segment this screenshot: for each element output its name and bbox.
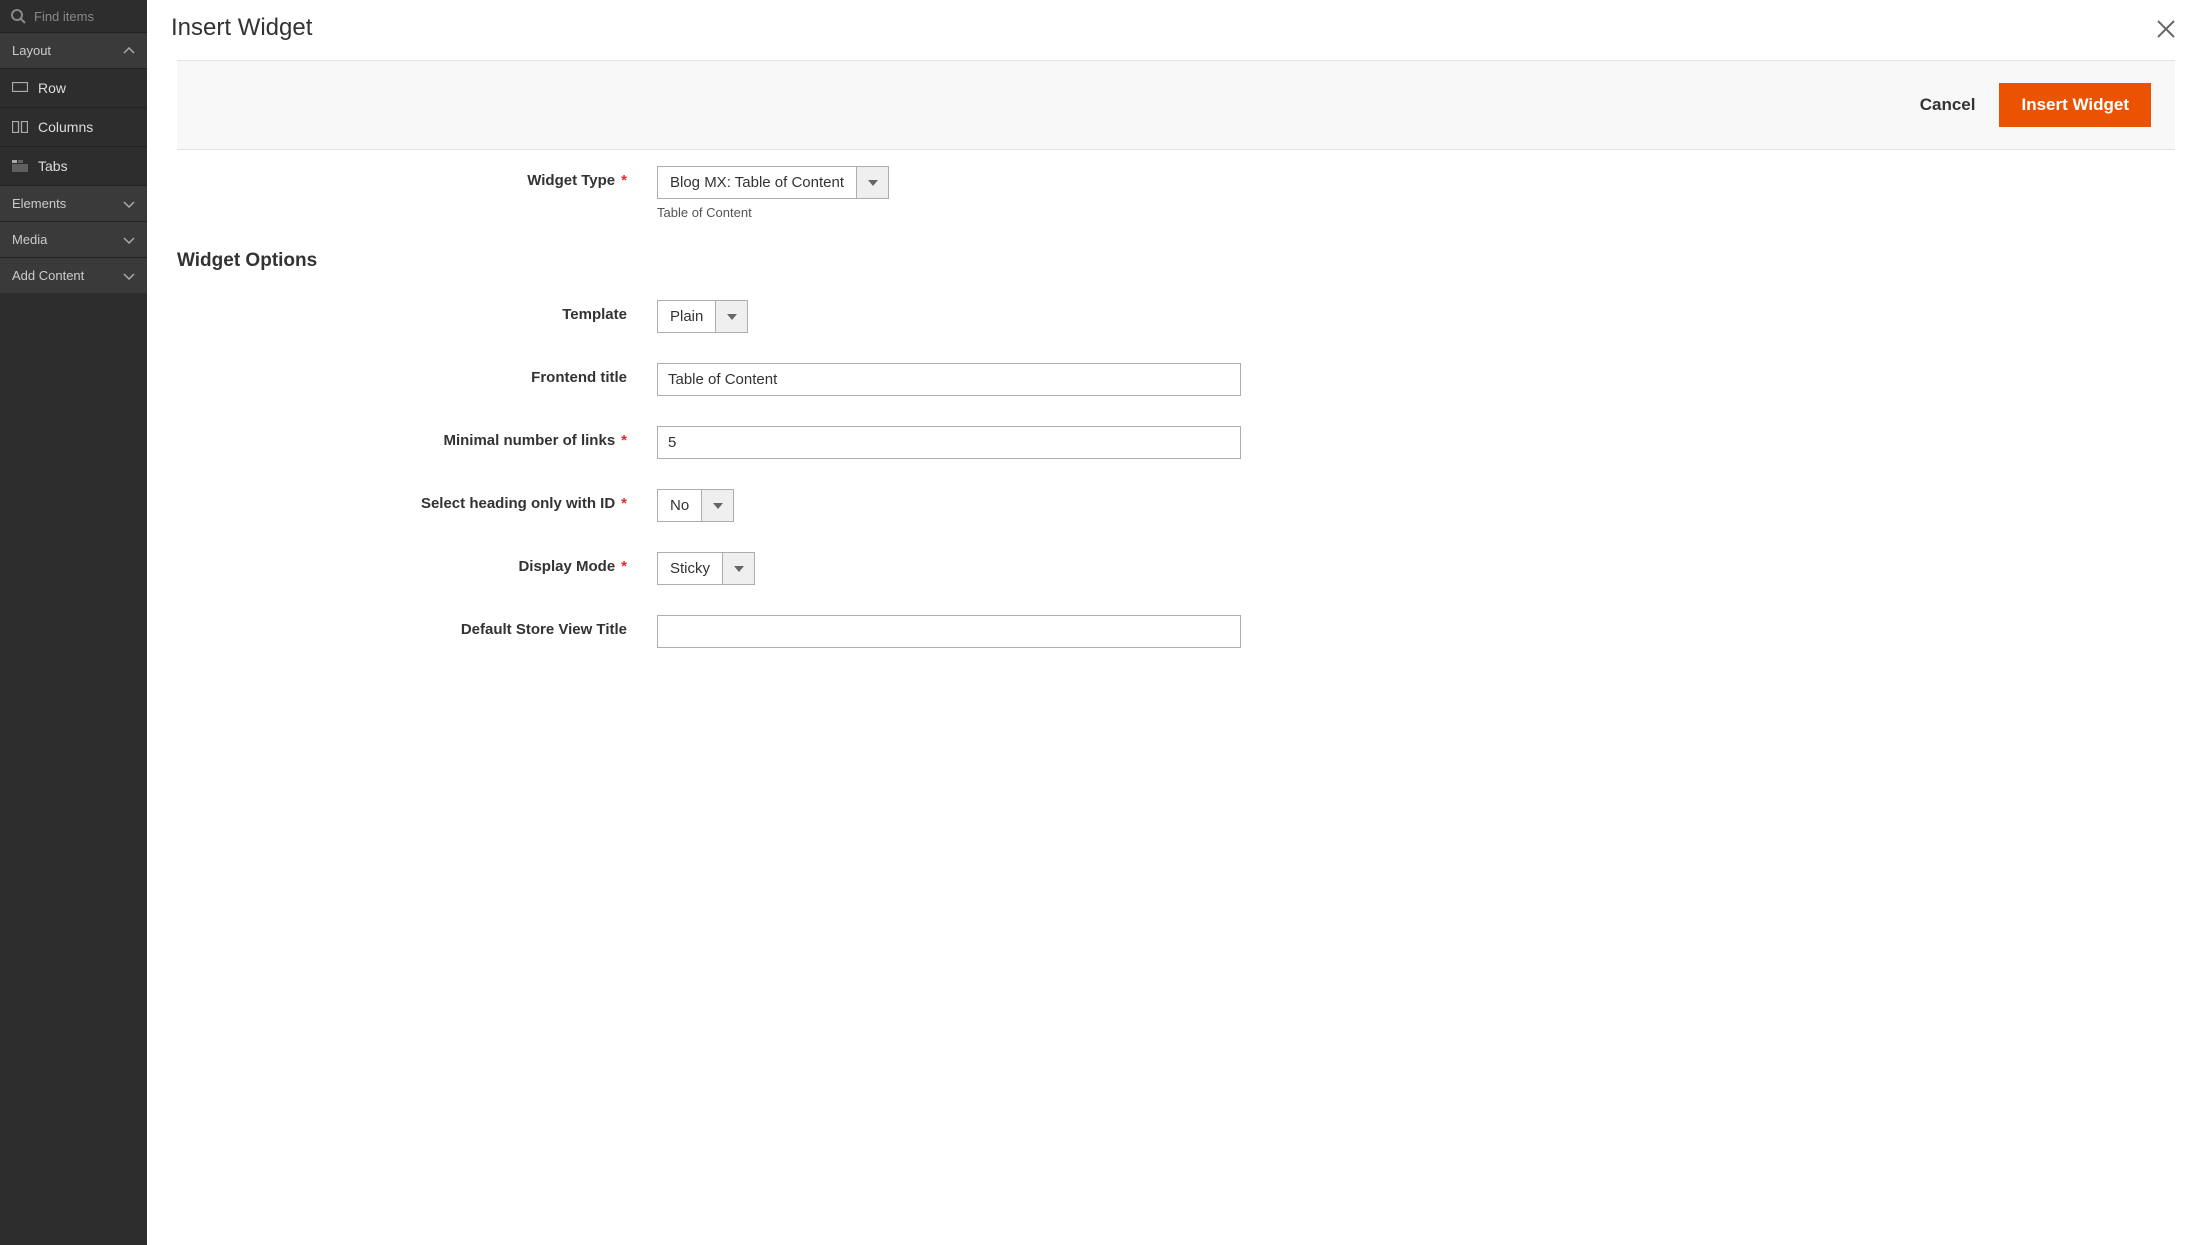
field-widget-type: Widget Type* Blog MX: Table of Content T… [177,166,2175,220]
chevron-down-icon [123,272,135,280]
main-panel: Insert Widget Cancel Insert Widget Widge… [147,0,2205,1245]
modal-title: Insert Widget [171,14,312,42]
sidebar-item-label: Tabs [38,158,68,174]
sidebar-item-row[interactable]: Row [0,68,147,107]
chevron-down-icon [123,236,135,244]
frontend-title-input[interactable] [657,363,1241,396]
template-select[interactable]: Plain [657,300,748,333]
field-label: Frontend title [177,363,657,386]
form-area: Widget Type* Blog MX: Table of Content T… [147,150,2205,694]
field-display-mode: Display Mode* Sticky [177,552,2175,585]
modal-header: Insert Widget [147,0,2205,60]
field-label: Select heading only with ID* [177,489,657,512]
section-label: Elements [12,196,66,211]
widget-type-select[interactable]: Blog MX: Table of Content [657,166,889,199]
section-label: Layout [12,43,51,58]
close-button[interactable] [2151,14,2181,44]
cancel-button[interactable]: Cancel [1920,95,1976,115]
sidebar-section-media[interactable]: Media [0,221,147,257]
field-hint: Table of Content [657,205,1241,220]
select-value: Plain [658,301,715,332]
sidebar: Layout Row Columns Tabs Elements Media A… [0,0,147,1245]
chevron-up-icon [123,47,135,55]
sidebar-item-label: Row [38,80,66,96]
row-icon [12,82,28,94]
field-template: Template Plain [177,300,2175,333]
sidebar-section-elements[interactable]: Elements [0,185,147,221]
select-value: No [658,490,701,521]
insert-widget-button[interactable]: Insert Widget [1999,83,2151,127]
sidebar-search [0,0,147,32]
close-icon [2155,18,2177,40]
required-marker: * [621,558,627,575]
search-icon [10,8,26,24]
widget-options-heading: Widget Options [177,250,2175,272]
section-label: Add Content [12,268,84,283]
field-default-title: Default Store View Title [177,615,2175,648]
search-input[interactable] [34,9,137,24]
sidebar-item-tabs[interactable]: Tabs [0,146,147,185]
sidebar-item-columns[interactable]: Columns [0,107,147,146]
field-heading-id: Select heading only with ID* No [177,489,2175,522]
heading-id-select[interactable]: No [657,489,734,522]
field-min-links: Minimal number of links* [177,426,2175,459]
chevron-down-icon [722,553,754,584]
select-value: Sticky [658,553,722,584]
sidebar-section-add-content[interactable]: Add Content [0,257,147,293]
chevron-down-icon [123,200,135,208]
select-value: Blog MX: Table of Content [658,167,856,198]
section-label: Media [12,232,47,247]
min-links-input[interactable] [657,426,1241,459]
default-title-input[interactable] [657,615,1241,648]
action-toolbar: Cancel Insert Widget [177,60,2175,150]
columns-icon [12,121,28,133]
chevron-down-icon [715,301,747,332]
field-label: Minimal number of links* [177,426,657,449]
required-marker: * [621,172,627,189]
field-label: Template [177,300,657,323]
sidebar-section-layout[interactable]: Layout [0,32,147,68]
field-frontend-title: Frontend title [177,363,2175,396]
tabs-icon [12,160,28,172]
display-mode-select[interactable]: Sticky [657,552,755,585]
required-marker: * [621,432,627,449]
chevron-down-icon [701,490,733,521]
field-label: Widget Type* [177,166,657,189]
field-label: Display Mode* [177,552,657,575]
chevron-down-icon [856,167,888,198]
field-label: Default Store View Title [177,615,657,638]
required-marker: * [621,495,627,512]
sidebar-item-label: Columns [38,119,93,135]
